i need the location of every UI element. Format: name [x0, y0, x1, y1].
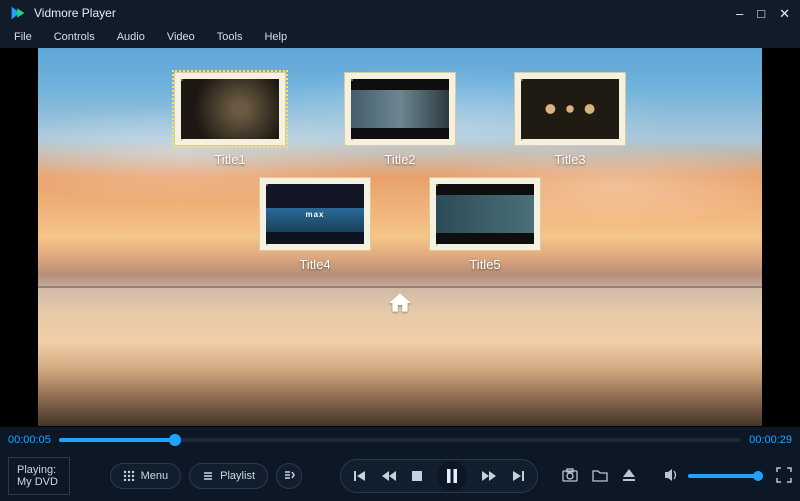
chapters-button[interactable] [276, 463, 302, 489]
now-playing-name: My DVD [17, 476, 61, 488]
utility-icons [562, 468, 636, 485]
app-title: Vidmore Player [34, 6, 116, 20]
dvd-title-1-label: Title1 [214, 152, 245, 167]
dvd-title-5-label: Title5 [469, 257, 500, 272]
transport-controls [340, 459, 538, 493]
volume-control [664, 468, 758, 485]
dvd-title-5[interactable]: Title5 [429, 177, 541, 272]
volume-knob[interactable] [753, 471, 763, 481]
dvd-title-3[interactable]: Title3 [514, 72, 626, 167]
playlist-button-label: Playlist [220, 470, 255, 482]
list-icon [202, 470, 214, 482]
dvd-title-1-frame [174, 72, 286, 146]
fullscreen-button[interactable] [776, 467, 792, 486]
home-icon[interactable] [387, 290, 413, 319]
dvd-title-3-label: Title3 [554, 152, 585, 167]
secondary-buttons: Menu Playlist [110, 463, 302, 489]
menu-button[interactable]: Menu [110, 463, 182, 489]
menu-controls[interactable]: Controls [54, 31, 95, 43]
seek-bar-knob[interactable] [169, 434, 181, 446]
dvd-title-1[interactable]: Title1 [174, 72, 286, 167]
now-playing-box: Playing: My DVD [8, 457, 70, 495]
dvd-title-2-frame [344, 72, 456, 146]
title-bar: Vidmore Player – □ ✕ [0, 0, 800, 26]
stop-button[interactable] [411, 470, 423, 482]
menu-button-label: Menu [141, 470, 169, 482]
controls-row: Playing: My DVD Menu Playlist [0, 453, 800, 501]
dvd-title-4-label: Title4 [299, 257, 330, 272]
rewind-button[interactable] [381, 469, 397, 483]
dvd-title-4-overlay: max [305, 210, 324, 219]
minimize-button[interactable]: – [736, 7, 743, 20]
window-controls: – □ ✕ [736, 7, 790, 20]
prev-track-button[interactable] [353, 469, 367, 483]
dvd-title-4[interactable]: max Title4 [259, 177, 371, 272]
playlist-button[interactable]: Playlist [189, 463, 268, 489]
menu-file[interactable]: File [14, 31, 32, 43]
dvd-title-4-frame: max [259, 177, 371, 251]
dvd-menu: Title1 Title2 Title3 max Title4 [38, 72, 762, 319]
seek-bar-fill [59, 438, 175, 442]
menu-bar: File Controls Audio Video Tools Help [0, 26, 800, 48]
open-folder-button[interactable] [592, 468, 608, 485]
time-elapsed: 00:00:05 [8, 434, 51, 446]
speaker-icon[interactable] [664, 468, 680, 485]
video-area: Title1 Title2 Title3 max Title4 [0, 48, 800, 427]
dvd-title-5-frame [429, 177, 541, 251]
eject-button[interactable] [622, 468, 636, 485]
seek-bar[interactable] [59, 438, 741, 442]
dvd-menu-stage: Title1 Title2 Title3 max Title4 [38, 48, 762, 426]
close-button[interactable]: ✕ [779, 7, 790, 20]
fast-forward-button[interactable] [481, 469, 497, 483]
now-playing-label: Playing: [17, 464, 61, 476]
menu-help[interactable]: Help [264, 31, 287, 43]
menu-video[interactable]: Video [167, 31, 195, 43]
menu-audio[interactable]: Audio [117, 31, 145, 43]
chapters-icon [283, 469, 295, 484]
time-total: 00:00:29 [749, 434, 792, 446]
dvd-title-3-frame [514, 72, 626, 146]
play-pause-button[interactable] [437, 461, 467, 491]
dvd-title-2-label: Title2 [384, 152, 415, 167]
next-track-button[interactable] [511, 469, 525, 483]
volume-slider[interactable] [688, 474, 758, 478]
progress-row: 00:00:05 00:00:29 [0, 427, 800, 453]
menu-tools[interactable]: Tools [217, 31, 243, 43]
snapshot-button[interactable] [562, 468, 578, 485]
maximize-button[interactable]: □ [757, 7, 765, 20]
dvd-title-2[interactable]: Title2 [344, 72, 456, 167]
grid-icon [123, 470, 135, 482]
app-logo-icon [10, 5, 26, 21]
